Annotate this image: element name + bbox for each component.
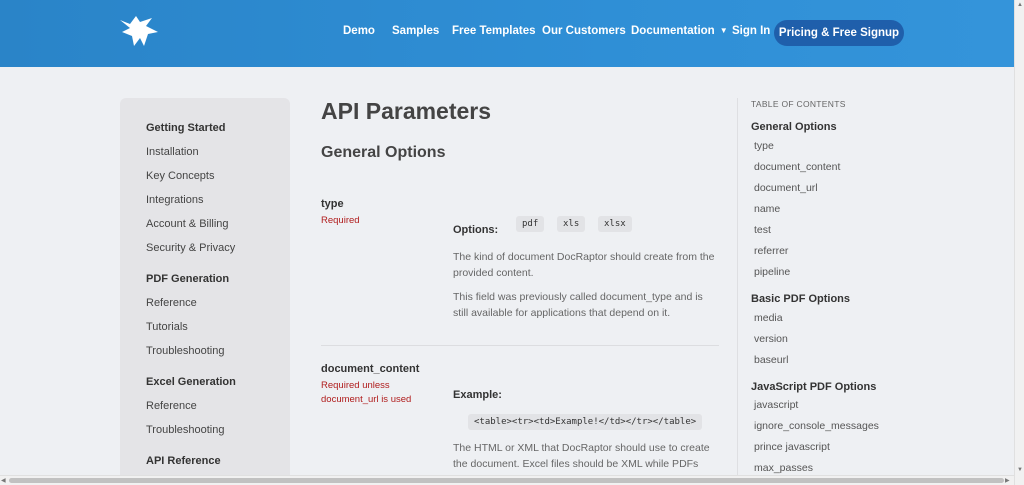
toc-link[interactable]: ignore_console_messages bbox=[754, 420, 879, 432]
sidebar-link[interactable]: Integrations bbox=[146, 194, 203, 206]
toc-group-heading[interactable]: General Options bbox=[751, 121, 837, 133]
sidebar-link[interactable]: Installation bbox=[146, 146, 199, 158]
sidebar-link[interactable]: Reference bbox=[146, 297, 197, 309]
scrollbar-thumb[interactable] bbox=[9, 478, 1004, 483]
scroll-up-icon[interactable]: ▲ bbox=[1017, 2, 1023, 8]
option-code: xls bbox=[557, 216, 586, 232]
sidebar-section-heading[interactable]: Getting Started bbox=[146, 122, 225, 134]
toc-link[interactable]: javascript bbox=[754, 399, 798, 411]
table-of-contents: TABLE OF CONTENTS General Options type doc… bbox=[751, 0, 951, 480]
toc-link[interactable]: name bbox=[754, 203, 780, 215]
toc-link[interactable]: version bbox=[754, 333, 788, 345]
toc-link[interactable]: referrer bbox=[754, 245, 788, 257]
sidebar-link[interactable]: Troubleshooting bbox=[146, 424, 224, 436]
param-required: Required unless document_url is used bbox=[321, 380, 412, 405]
sidebar-section-heading[interactable]: API Reference bbox=[146, 455, 221, 467]
toc-link[interactable]: document_content bbox=[754, 161, 840, 173]
toc-group-heading[interactable]: Basic PDF Options bbox=[751, 293, 850, 305]
sidebar-link[interactable]: Reference bbox=[146, 400, 197, 412]
option-code: pdf bbox=[516, 216, 545, 232]
param-name: type bbox=[321, 198, 344, 210]
vertical-scrollbar[interactable]: ▲ ▼ bbox=[1014, 0, 1024, 485]
toc-link[interactable]: max_passes bbox=[754, 462, 813, 474]
toc-link[interactable]: document_url bbox=[754, 182, 818, 194]
scroll-down-icon[interactable]: ▼ bbox=[1017, 467, 1023, 473]
example-code: <table><tr><td>Example!</td></tr></table… bbox=[468, 414, 703, 430]
toc-group-heading[interactable]: JavaScript PDF Options bbox=[751, 381, 876, 393]
sidebar-link[interactable]: Security & Privacy bbox=[146, 242, 235, 254]
divider bbox=[321, 345, 719, 346]
scroll-right-icon[interactable]: ▶ bbox=[1005, 477, 1010, 484]
option-code: xlsx bbox=[598, 216, 632, 232]
docs-sidebar: Getting Started Installation Key Concepts I… bbox=[120, 98, 290, 476]
param-description: The kind of document DocRaptor should cr… bbox=[453, 251, 715, 279]
sidebar-link[interactable]: Key Concepts bbox=[146, 170, 214, 182]
toc-link[interactable]: prince javascript bbox=[754, 441, 830, 453]
options-label: Options: bbox=[453, 224, 499, 236]
scroll-left-icon[interactable]: ◀ bbox=[1, 477, 6, 484]
toc-caption: TABLE OF CONTENTS bbox=[751, 99, 846, 109]
horizontal-scrollbar[interactable]: ◀ ▶ bbox=[0, 475, 1014, 485]
sidebar-link[interactable]: Account & Billing bbox=[146, 218, 229, 230]
param-required: Required bbox=[321, 215, 360, 226]
sidebar-section-heading[interactable]: Excel Generation bbox=[146, 376, 236, 388]
raptor-logo-icon[interactable] bbox=[118, 14, 160, 48]
toc-link[interactable]: baseurl bbox=[754, 354, 788, 366]
toc-link[interactable]: type bbox=[754, 140, 774, 152]
sidebar-section-heading[interactable]: PDF Generation bbox=[146, 273, 229, 285]
toc-link[interactable]: pipeline bbox=[754, 266, 790, 278]
param-name: document_content bbox=[321, 363, 420, 375]
toc-border bbox=[737, 98, 738, 478]
sidebar-link[interactable]: Tutorials bbox=[146, 321, 188, 333]
section-title: General Options bbox=[321, 144, 446, 161]
toc-link[interactable]: test bbox=[754, 224, 771, 236]
sidebar-link[interactable]: Troubleshooting bbox=[146, 345, 224, 357]
toc-link[interactable]: media bbox=[754, 312, 783, 324]
main-content: API Parameters General Options type Requ… bbox=[321, 0, 721, 485]
param-description: This field was previously called documen… bbox=[453, 291, 703, 319]
page-title: API Parameters bbox=[321, 98, 492, 124]
example-label: Example: bbox=[453, 389, 502, 401]
